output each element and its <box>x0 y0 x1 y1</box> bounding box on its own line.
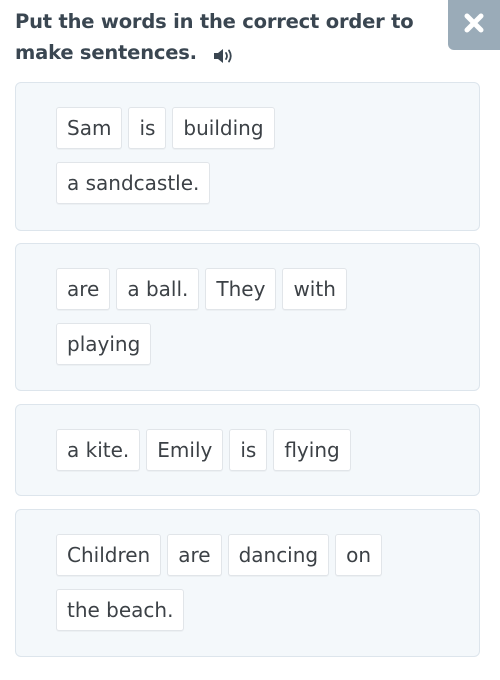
close-button[interactable] <box>448 0 500 50</box>
word-tile[interactable]: on <box>335 534 383 576</box>
instruction-line-2: make sentences. <box>15 41 197 64</box>
instruction-header: Put the words in the correct order to ma… <box>15 6 445 68</box>
word-tile[interactable]: the beach. <box>56 589 185 631</box>
word-bank: a kite. Emily is flying <box>56 429 419 471</box>
word-tile[interactable]: building <box>172 107 275 149</box>
word-tile[interactable]: is <box>128 107 167 149</box>
word-tile[interactable]: Children <box>56 534 162 576</box>
word-tile[interactable]: dancing <box>227 534 330 576</box>
word-tile[interactable]: Sam <box>56 107 123 149</box>
sentence-card: Sam is building a sandcastle. <box>15 82 480 231</box>
word-tile[interactable]: are <box>56 268 111 310</box>
word-bank: are a ball. They with playing <box>56 268 419 365</box>
word-tile[interactable]: is <box>229 429 268 471</box>
sentence-card: are a ball. They with playing <box>15 243 480 391</box>
sentence-card: Children are dancing on the beach. <box>15 509 480 657</box>
sentence-card: a kite. Emily is flying <box>15 404 480 496</box>
word-tile[interactable]: a ball. <box>116 268 200 310</box>
word-tile[interactable]: playing <box>56 323 152 365</box>
word-tile[interactable]: flying <box>273 429 351 471</box>
word-tile[interactable]: Emily <box>146 429 224 471</box>
word-tile[interactable]: a kite. <box>56 429 141 471</box>
word-tile[interactable]: with <box>282 268 347 310</box>
speaker-icon[interactable] <box>213 43 235 63</box>
word-tile[interactable]: are <box>167 534 222 576</box>
word-bank: Children are dancing on the beach. <box>56 534 419 631</box>
close-icon <box>463 12 485 38</box>
word-bank: Sam is building a sandcastle. <box>56 107 419 204</box>
instruction-line-1: Put the words in the correct order to <box>15 10 414 33</box>
instruction-title: Put the words in the correct order to ma… <box>15 6 445 68</box>
word-tile[interactable]: a sandcastle. <box>56 162 211 204</box>
word-tile[interactable]: They <box>205 268 277 310</box>
